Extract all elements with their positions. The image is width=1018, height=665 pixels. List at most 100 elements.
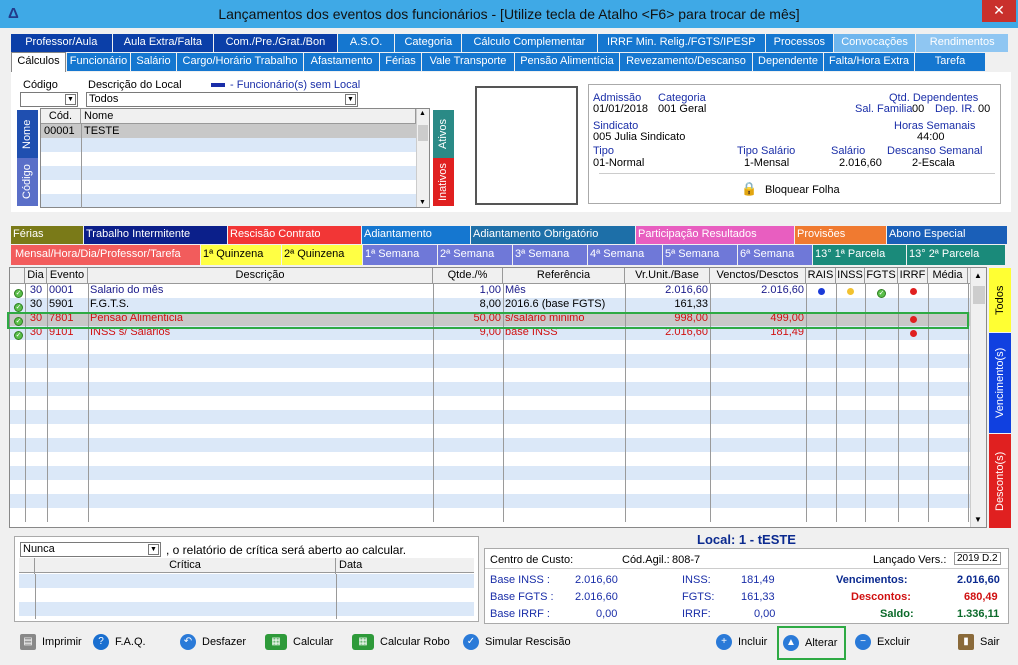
tab-4-semana[interactable]: 4ª Semana [588,245,662,265]
tab-2-quinzena[interactable]: 2ª Quinzena [282,245,362,265]
vtab-inativos[interactable]: Inativos [433,158,454,206]
tab-1-semana[interactable]: 1ª Semana [363,245,437,265]
tab-pensao-alimenticia[interactable]: Pensão Alimentícia [515,53,619,71]
tab-abono-especial[interactable]: Abono Especial [887,226,1007,244]
event-row[interactable]: ✓ 30 5901 F.G.T.S. 8,00 2016.6 (base FGTS) 161… [10,298,970,312]
grid-line [625,508,626,522]
employee-scrollbar[interactable]: ▲ ▼ [416,109,429,207]
col-evento[interactable]: Evento [47,268,88,284]
tab-6-semana[interactable]: 6ª Semana [738,245,812,265]
tab-com-pre-grat[interactable]: Com./Pre./Grat./Bon [214,34,337,52]
lock-icon[interactable]: 🔒 [741,181,757,197]
calcular-robo-button[interactable]: ▦ Calcular Robo [352,630,450,654]
col-cod[interactable]: Cód. [41,109,81,125]
event-row[interactable]: ✓ 30 0001 Salario do mês 1,00 Mês 2.016,60 2.01… [10,284,970,298]
desfazer-button[interactable]: ↶ Desfazer [180,630,246,654]
col-irrf[interactable]: IRRF [898,268,928,284]
col-vr-unit-base[interactable]: Vr.Unit./Base [625,268,710,284]
scroll-down-icon[interactable]: ▼ [974,515,982,524]
critica-select-value: Nunca [23,543,55,555]
tab-calculos[interactable]: Cálculos [11,52,66,72]
grid-line [928,480,929,494]
tab-aula-extra[interactable]: Aula Extra/Falta [112,34,214,52]
tab-falta-hora-extra[interactable]: Falta/Hora Extra [824,53,914,71]
col-qtde[interactable]: Qtde./% [433,268,503,284]
employee-row[interactable]: 00001 TESTE [41,124,416,138]
imprimir-button[interactable]: ▤ Imprimir [20,630,82,654]
tab-13-2-parcela[interactable]: 13° 2ª Parcela [907,245,1005,265]
bloquear-folha-button[interactable]: Bloquear Folha [765,184,840,196]
col-data[interactable]: Data [336,558,474,574]
col-dia[interactable]: Dia [25,268,47,284]
tab-13-1-parcela[interactable]: 13° 1ª Parcela [813,245,906,265]
col-fgts[interactable]: FGTS [865,268,898,284]
tab-adiantamento-obrigatorio[interactable]: Adiantamento Obrigatório [471,226,635,244]
col-nome[interactable]: Nome [81,109,416,125]
tab-mensal-hora-dia[interactable]: Mensal/Hora/Dia/Professor/Tarefa [11,245,200,265]
tab-tarefa[interactable]: Tarefa [915,53,985,71]
tab-afastamento[interactable]: Afastamento [304,53,379,71]
incluir-button[interactable]: + Incluir [716,630,767,654]
vtab-descontos[interactable]: Desconto(s) [989,434,1011,528]
tab-irrf-min-relig[interactable]: IRRF Min. Relig./FGTS/IPESP [597,34,765,52]
tab-ferias[interactable]: Férias [380,53,421,71]
tab-categoria[interactable]: Categoria [395,34,462,52]
tab-2-semana[interactable]: 2ª Semana [438,245,512,265]
vtab-codigo[interactable]: Código [17,158,38,206]
tab-vale-transporte[interactable]: Vale Transporte [422,53,514,71]
tab-1-quinzena[interactable]: 1ª Quinzena [201,245,281,265]
tab-trabalho-intermitente[interactable]: Trabalho Intermitente [84,226,227,244]
sair-button[interactable]: ▮ Sair [958,630,1000,654]
col-inss[interactable]: INSS [836,268,865,284]
alterar-button[interactable]: ▲ Alterar [783,631,837,655]
tab-cargo-horario[interactable]: Cargo/Horário Trabalho [177,53,303,71]
tab-provisoes[interactable]: Provisões [795,226,886,244]
col-venctos-desctos[interactable]: Venctos/Desctos [710,268,806,284]
tab-aso[interactable]: A.S.O. [337,34,395,52]
col-rais[interactable]: RAIS [806,268,836,284]
check-icon: ✓ [463,634,479,651]
scroll-thumb[interactable] [973,286,985,304]
tab-processos[interactable]: Processos [765,34,833,52]
local-select[interactable]: Todos ▼ [86,92,358,107]
tab-5-semana[interactable]: 5ª Semana [663,245,737,265]
close-button[interactable]: ✕ [982,0,1016,22]
tab-rescisao-contrato[interactable]: Rescisão Contrato [228,226,361,244]
excluir-button[interactable]: − Excluir [855,630,910,654]
codigo-select[interactable]: ▼ [20,92,78,107]
critica-select[interactable]: Nunca ▼ [20,542,161,557]
vtab-nome[interactable]: Nome [17,110,38,158]
imprimir-label: Imprimir [42,636,82,648]
vtab-todos[interactable]: Todos [989,268,1011,332]
vtab-ativos[interactable]: Ativos [433,110,454,158]
tab-funcionario[interactable]: Funcionário [67,53,130,71]
scroll-thumb[interactable] [418,125,428,141]
tab-calculo-complementar[interactable]: Cálculo Complementar [462,34,597,52]
cod-agil-label: Cód.Agil.: [622,554,670,566]
faq-button[interactable]: ? F.A.Q. [93,630,146,654]
col-critica[interactable]: Crítica [35,558,336,574]
tab-3-semana[interactable]: 3ª Semana [513,245,587,265]
grid-line [433,494,434,508]
tab-convocacoes[interactable]: Convocações [833,34,916,52]
tab-ferias-events[interactable]: Férias [11,226,83,244]
tab-rendimentos[interactable]: Rendimentos [916,34,1008,52]
tab-revezamento[interactable]: Revezamento/Descanso [620,53,752,71]
tab-salario[interactable]: Salário [131,53,176,71]
events-scrollbar[interactable]: ▲ ▼ [970,268,986,527]
tab-dependente[interactable]: Dependente [753,53,823,71]
scroll-up-icon[interactable]: ▲ [974,271,982,280]
calcular-button[interactable]: ▦ Calcular [265,630,333,654]
grid-line [503,508,504,522]
col-referencia[interactable]: Referência [503,268,625,284]
vtab-vencimentos[interactable]: Vencimento(s) [989,333,1011,433]
tab-professor-aula[interactable]: Professor/Aula [11,34,112,52]
scroll-up-icon[interactable]: ▲ [419,110,426,117]
col-media[interactable]: Média [928,268,968,284]
col-descricao[interactable]: Descrição [88,268,433,284]
tab-participacao-resultados[interactable]: Participação Resultados [636,226,794,244]
grid-line [806,466,807,480]
scroll-down-icon[interactable]: ▼ [419,199,426,206]
simular-rescisao-button[interactable]: ✓ Simular Rescisão [463,630,571,654]
tab-adiantamento[interactable]: Adiantamento [362,226,470,244]
